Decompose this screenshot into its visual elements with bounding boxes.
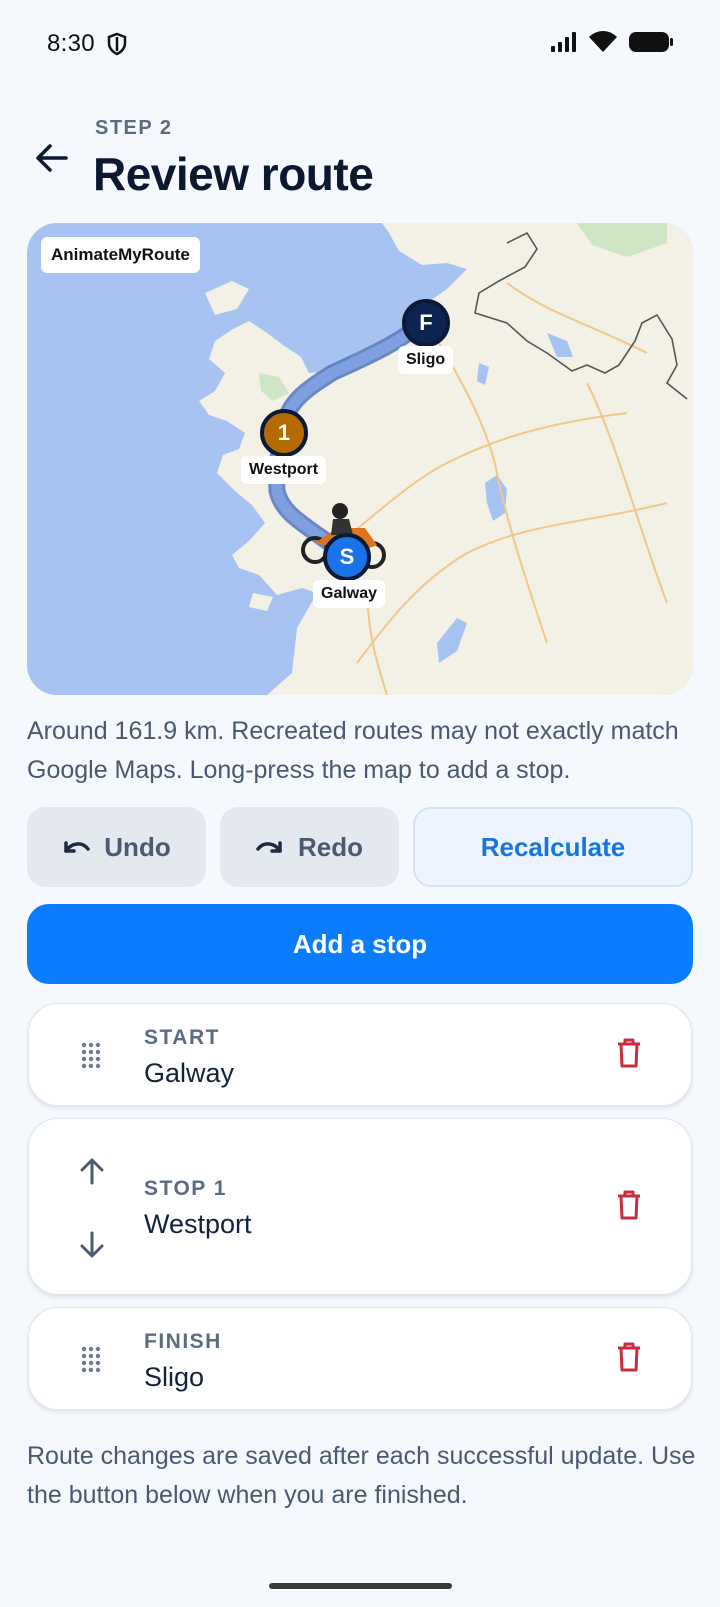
stop-name: Galway xyxy=(144,1058,235,1088)
map-brand-label: AnimateMyRoute xyxy=(41,237,200,273)
route-map[interactable]: AnimateMyRoute F Sligo 1 Westport S Galw… xyxy=(27,223,693,695)
signal-icon xyxy=(550,31,578,58)
marker-label-westport: Westport xyxy=(241,456,327,484)
action-row: Undo Redo Recalculate xyxy=(27,807,693,887)
undo-label: Undo xyxy=(104,831,171,862)
page-title: Review route xyxy=(93,148,374,200)
arrow-left-icon xyxy=(36,144,68,172)
drag-handle-icon[interactable] xyxy=(81,1042,101,1068)
map-canvas xyxy=(199,223,693,695)
status-time: 8:30 xyxy=(47,30,95,57)
status-icons xyxy=(550,30,674,59)
arrow-down-icon[interactable] xyxy=(79,1231,105,1259)
stop-name: Sligo xyxy=(144,1362,205,1392)
undo-icon xyxy=(64,841,91,853)
add-stop-label: Add a stop xyxy=(292,928,428,959)
recalculate-button[interactable]: Recalculate xyxy=(413,807,693,887)
marker-letter: S xyxy=(339,544,355,569)
stop-kind: STOP 1 xyxy=(144,1177,227,1200)
redo-button[interactable]: Redo xyxy=(220,807,399,887)
drag-handle-icon[interactable] xyxy=(81,1346,101,1372)
back-button[interactable] xyxy=(28,134,76,182)
shield-icon xyxy=(107,32,127,61)
undo-button[interactable]: Undo xyxy=(27,807,206,887)
island xyxy=(205,281,249,315)
wifi-icon xyxy=(588,30,618,59)
stop-name: Westport xyxy=(144,1209,252,1239)
marker-letter: 1 xyxy=(277,420,291,445)
status-bar: 8:30 xyxy=(0,0,720,88)
recalculate-label: Recalculate xyxy=(480,831,626,862)
stop-card-stop-1[interactable]: STOP 1 Westport xyxy=(28,1118,692,1295)
marker-label-sligo: Sligo xyxy=(398,346,454,374)
marker-start[interactable]: S xyxy=(323,533,371,581)
marker-finish[interactable]: F xyxy=(402,299,450,347)
step-label: STEP 2 xyxy=(95,117,173,139)
battery-icon xyxy=(628,30,674,59)
marker-label-galway: Galway xyxy=(313,580,386,608)
footer-note: Route changes are saved after each succe… xyxy=(27,1442,696,1509)
island xyxy=(249,593,273,611)
route-distance-note: Around 161.9 km. Recreated routes may no… xyxy=(27,717,679,784)
marker-stop-1[interactable]: 1 xyxy=(260,409,308,457)
stop-kind: START xyxy=(144,1026,220,1049)
redo-icon xyxy=(256,841,282,853)
arrow-up-icon[interactable] xyxy=(79,1157,105,1185)
trash-icon[interactable] xyxy=(617,1038,641,1068)
stop-card-start[interactable]: START Galway xyxy=(28,1003,692,1106)
stop-kind: FINISH xyxy=(144,1330,222,1353)
marker-letter: F xyxy=(419,310,433,335)
stop-card-finish[interactable]: FINISH Sligo xyxy=(28,1307,692,1410)
trash-icon[interactable] xyxy=(617,1190,641,1220)
home-indicator[interactable] xyxy=(269,1583,452,1589)
trash-icon[interactable] xyxy=(617,1342,641,1372)
redo-label: Redo xyxy=(298,831,363,862)
add-stop-button[interactable]: Add a stop xyxy=(27,904,693,984)
